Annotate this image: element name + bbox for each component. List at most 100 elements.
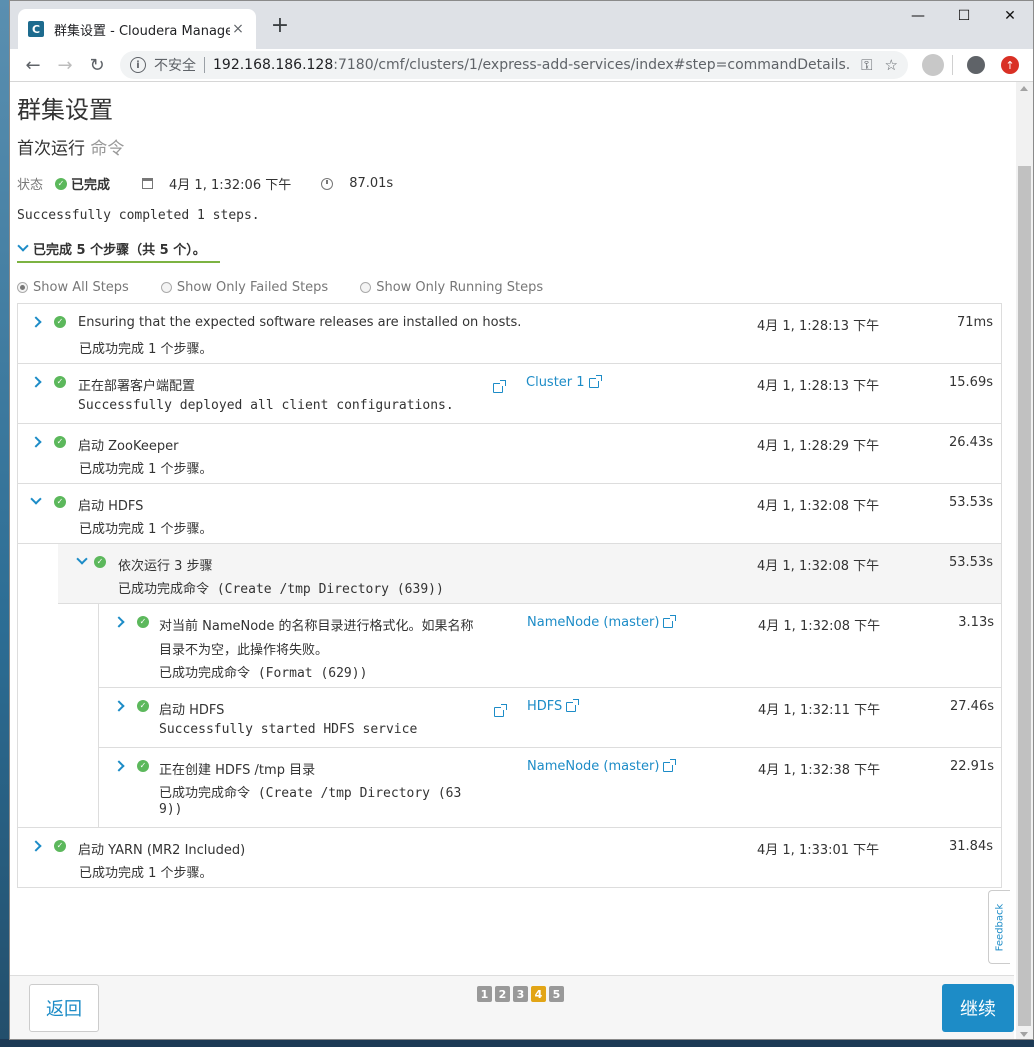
clock-icon xyxy=(321,177,334,190)
step-status: Successfully started HDFS service xyxy=(159,722,418,737)
step-row: ✓ 启动 YARN (MR2 Included) 已成功完成 1 个步骤。 4月… xyxy=(18,828,1001,888)
page-scrollbar[interactable] xyxy=(1016,82,1033,1039)
back-button[interactable]: 返回 xyxy=(29,984,99,1032)
filter-failed[interactable]: Show Only Failed Steps xyxy=(160,280,329,295)
chevron-right-icon[interactable] xyxy=(30,840,42,852)
forward-arrow-icon[interactable]: → xyxy=(50,50,80,80)
step-status-line1: 已成功完成命令 (Create /tmp Directory (63 xyxy=(159,786,462,801)
steps-table: ✓ Ensuring that the expected software re… xyxy=(17,303,1002,888)
radio-all[interactable] xyxy=(17,282,28,293)
success-check-icon: ✓ xyxy=(94,556,106,568)
external-link-icon[interactable] xyxy=(494,704,507,717)
address-separator xyxy=(204,57,205,73)
steps-toggle[interactable]: 已完成 5 个步骤（共 5 个）。 xyxy=(17,239,220,263)
radio-failed[interactable] xyxy=(160,282,172,293)
step-time: 4月 1, 1:32:11 下午 xyxy=(758,703,881,718)
step-time: 4月 1, 1:32:08 下午 xyxy=(758,619,881,634)
page-step-4[interactable]: 4 xyxy=(531,986,546,1002)
step-status: 已成功完成命令 (Format (629)) xyxy=(159,666,368,681)
wizard-pager: 1 2 3 4 5 xyxy=(477,986,567,1002)
chevron-right-icon[interactable] xyxy=(30,316,42,328)
success-check-icon: ✓ xyxy=(54,316,66,328)
cluster-link[interactable]: Cluster 1 xyxy=(526,374,602,390)
step-name: Ensuring that the expected software rele… xyxy=(78,315,522,330)
filter-all[interactable]: Show All Steps xyxy=(17,280,129,295)
tab-close-icon[interactable]: × xyxy=(230,21,246,37)
command-title: 首次运行 命令 xyxy=(17,134,124,159)
page-content: 群集设置 首次运行 命令 状态 ✓ 已完成 4月 1, 1:32:06 下午 8… xyxy=(10,82,1014,1039)
filter-running[interactable]: Show Only Running Steps xyxy=(360,280,543,295)
step-time: 4月 1, 1:28:29 下午 xyxy=(757,439,880,454)
step-duration: 53.53s xyxy=(949,495,993,510)
chevron-right-icon[interactable] xyxy=(113,700,125,712)
tab-strip: C 群集设置 - Cloudera Manager × + — ☐ ✕ xyxy=(10,1,1033,49)
external-link-icon xyxy=(566,698,580,712)
browser-tab[interactable]: C 群集设置 - Cloudera Manager × xyxy=(18,9,256,49)
page-step-2[interactable]: 2 xyxy=(495,986,510,1002)
feedback-tab[interactable]: Feedback xyxy=(988,890,1010,964)
radio-running[interactable] xyxy=(360,282,372,293)
namenode-link[interactable]: NameNode (master) xyxy=(527,614,677,630)
browser-window: C 群集设置 - Cloudera Manager × + — ☐ ✕ ← → … xyxy=(9,0,1034,1040)
cluster-link-label: Cluster 1 xyxy=(526,375,585,390)
step-status: Successfully deployed all client configu… xyxy=(78,398,454,413)
security-label: 不安全 xyxy=(154,58,196,74)
minimize-button[interactable]: — xyxy=(895,1,941,31)
total-duration: 87.01s xyxy=(349,176,394,191)
step-name: 正在部署客户端配置 xyxy=(78,379,196,394)
update-icon[interactable]: ↑ xyxy=(995,50,1025,80)
step-name: 依次运行 3 步骤 xyxy=(118,559,213,574)
scroll-up-icon[interactable] xyxy=(1020,86,1028,91)
page-step-3[interactable]: 3 xyxy=(513,986,528,1002)
step-name: 启动 HDFS xyxy=(159,703,225,718)
tab-title: 群集设置 - Cloudera Manager xyxy=(54,23,230,39)
hdfs-link-label: HDFS xyxy=(527,699,563,714)
substep-row: ✓ 启动 HDFS HDFS Successfully started HDFS… xyxy=(98,688,1001,748)
key-icon[interactable]: ⚿ xyxy=(861,56,872,74)
page-step-5[interactable]: 5 xyxy=(549,986,564,1002)
chevron-right-icon[interactable] xyxy=(113,616,125,628)
reload-icon[interactable]: ↻ xyxy=(82,50,112,80)
external-link-icon[interactable] xyxy=(493,380,506,393)
page-step-1[interactable]: 1 xyxy=(477,986,492,1002)
new-tab-button[interactable]: + xyxy=(266,13,294,41)
success-check-icon: ✓ xyxy=(55,177,68,190)
step-time: 4月 1, 1:28:13 下午 xyxy=(757,379,880,394)
status-label: 状态 xyxy=(17,178,44,193)
scroll-thumb[interactable] xyxy=(1018,166,1031,1026)
step-status: 已成功完成命令 (Create /tmp Directory (639)) xyxy=(118,582,444,597)
namenode-link-label: NameNode (master) xyxy=(527,615,660,630)
address-bar[interactable]: i 不安全 192.168.186.128:7180/cmf/clusters/… xyxy=(120,51,908,79)
filter-failed-label: Show Only Failed Steps xyxy=(176,280,329,295)
substep-row-expanded: ✓ 依次运行 3 步骤 已成功完成命令 (Create /tmp Directo… xyxy=(58,544,1001,604)
step-time: 4月 1, 1:33:01 下午 xyxy=(757,843,880,858)
url-text[interactable]: 192.168.186.128:7180/cmf/clusters/1/expr… xyxy=(213,57,849,73)
chevron-down-icon[interactable] xyxy=(30,493,42,505)
star-icon[interactable]: ☆ xyxy=(885,56,898,74)
chevron-down-icon[interactable] xyxy=(76,553,88,565)
step-duration: 26.43s xyxy=(949,435,993,450)
status-line: 状态 ✓ 已完成 4月 1, 1:32:06 下午 87.01s xyxy=(17,174,393,193)
calendar-icon xyxy=(142,178,154,189)
chevron-right-icon[interactable] xyxy=(30,436,42,448)
continue-button[interactable]: 继续 xyxy=(942,984,1014,1032)
step-status-line2: 9)) xyxy=(159,802,183,817)
back-arrow-icon[interactable]: ← xyxy=(18,50,48,80)
hdfs-link[interactable]: HDFS xyxy=(527,698,580,714)
window-close-button[interactable]: ✕ xyxy=(987,1,1033,31)
extension-icon[interactable] xyxy=(918,50,948,80)
success-check-icon: ✓ xyxy=(54,436,66,448)
namenode-link[interactable]: NameNode (master) xyxy=(527,758,677,774)
cloudera-favicon-icon: C xyxy=(28,21,44,37)
step-name: 启动 ZooKeeper xyxy=(78,439,179,454)
maximize-button[interactable]: ☐ xyxy=(941,1,987,31)
command-name: 首次运行 xyxy=(17,139,85,159)
step-row: ✓ Ensuring that the expected software re… xyxy=(18,304,1001,364)
scroll-down-icon[interactable] xyxy=(1020,1032,1028,1037)
site-info-icon[interactable]: i xyxy=(130,57,146,73)
step-name: 正在创建 HDFS /tmp 目录 xyxy=(159,763,316,778)
chevron-right-icon[interactable] xyxy=(113,760,125,772)
namenode-link-label: NameNode (master) xyxy=(527,759,660,774)
chevron-right-icon[interactable] xyxy=(30,376,42,388)
account-icon[interactable] xyxy=(961,50,991,80)
